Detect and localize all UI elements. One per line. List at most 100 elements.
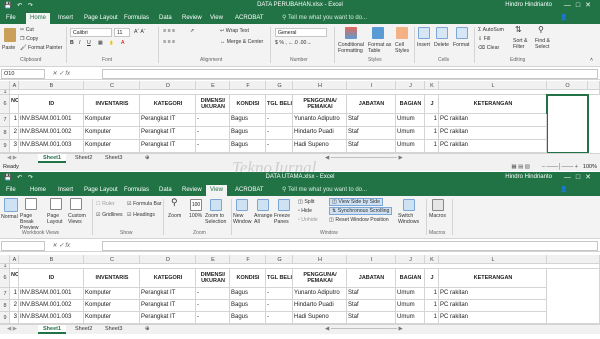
cell-styles-button[interactable]: Cell Styles: [395, 42, 411, 54]
cell-bagian[interactable]: Umum: [396, 127, 425, 140]
page-layout-button[interactable]: Page Layout: [47, 213, 65, 225]
tab-formulas[interactable]: Formulas: [120, 13, 153, 24]
cell-pengguna[interactable]: Yunanto Adiputro: [293, 114, 347, 127]
cell-bagian[interactable]: Umum: [396, 140, 425, 153]
tab-file[interactable]: File: [2, 13, 20, 24]
cell-inventaris[interactable]: Komputer: [84, 312, 140, 324]
worksheet-grid[interactable]: A B C D E F G H I J K L O 1 6 NO ID INVE…: [0, 81, 600, 153]
tab-acrobat[interactable]: ACROBAT: [231, 185, 268, 196]
user-name[interactable]: Hindro Hindrianto: [505, 2, 552, 8]
cell-dimensi[interactable]: -: [196, 114, 230, 127]
cell-dimensi[interactable]: -: [196, 288, 230, 300]
cell-jumlah[interactable]: 1: [425, 300, 439, 312]
font-size-dropdown[interactable]: 11: [114, 28, 130, 37]
header-jumlah[interactable]: J: [425, 269, 439, 288]
column-header[interactable]: B: [19, 81, 84, 90]
cell-kondisi[interactable]: Bagus: [230, 127, 266, 140]
column-header[interactable]: I: [347, 81, 396, 90]
tab-review[interactable]: Review: [178, 13, 206, 24]
row-header[interactable]: 8: [0, 127, 10, 140]
sheet-tab-sheet3[interactable]: Sheet3: [100, 154, 127, 163]
cell-keterangan[interactable]: PC rakitan: [439, 312, 547, 324]
cell-jumlah[interactable]: 1: [425, 288, 439, 300]
borders-icon[interactable]: ▦: [98, 40, 103, 46]
font-name-dropdown[interactable]: Calibri: [70, 28, 112, 37]
page-break-preview-icon[interactable]: [25, 198, 37, 210]
tab-view[interactable]: View: [206, 185, 227, 196]
switch-windows-icon[interactable]: [403, 199, 415, 211]
cell-bagian[interactable]: Umum: [396, 300, 425, 312]
column-header[interactable]: F: [230, 81, 266, 90]
sheet-nav-arrows[interactable]: ◀ ▶: [2, 154, 22, 163]
clear-button[interactable]: ⌫ Clear: [478, 45, 499, 51]
user-name[interactable]: Hindro Hindrianto: [505, 174, 552, 180]
custom-views-icon[interactable]: [70, 198, 82, 210]
find-select-icon[interactable]: ⚲: [538, 26, 544, 34]
tab-review[interactable]: Review: [178, 185, 206, 196]
delete-cells-button[interactable]: Delete: [434, 42, 449, 48]
cell-tgl-beli[interactable]: -: [266, 312, 293, 324]
column-header[interactable]: J: [396, 81, 425, 90]
column-header[interactable]: K: [425, 255, 439, 264]
cell-bagian[interactable]: Umum: [396, 312, 425, 324]
new-window-button[interactable]: New Window: [233, 213, 253, 225]
macros-button[interactable]: Macros: [429, 213, 446, 219]
column-header[interactable]: G: [266, 255, 293, 264]
empty-cells[interactable]: [547, 269, 600, 324]
horizontal-scrollbar[interactable]: ◀ ───────────────── ▶: [320, 325, 408, 334]
hide-button[interactable]: ▫ Hide: [298, 208, 312, 214]
cell-no[interactable]: 3: [10, 312, 19, 324]
header-keterangan[interactable]: KETERANGAN: [439, 95, 547, 114]
cell-jumlah[interactable]: 1: [425, 140, 439, 153]
insert-cells-button[interactable]: Insert: [417, 42, 430, 48]
new-window-icon[interactable]: [236, 199, 248, 211]
reset-window-position-button[interactable]: ◫ Reset Window Position: [329, 217, 389, 223]
column-header[interactable]: D: [140, 81, 196, 90]
header-id[interactable]: ID: [19, 95, 84, 114]
cell-kondisi[interactable]: Bagus: [230, 114, 266, 127]
tab-page-layout[interactable]: Page Layout: [80, 13, 122, 24]
merge-center-button[interactable]: ↔ Merge & Center: [220, 39, 263, 45]
number-format-icons[interactable]: $ % , ←.0 .00→: [275, 40, 312, 46]
cell-tgl-beli[interactable]: -: [266, 127, 293, 140]
cell-jumlah[interactable]: 1: [425, 312, 439, 324]
cell-dimensi[interactable]: -: [196, 127, 230, 140]
zoom-button[interactable]: Zoom: [168, 213, 181, 219]
cell-no[interactable]: 1: [10, 288, 19, 300]
arrange-all-button[interactable]: Arrange All: [254, 213, 274, 225]
cell-kategori[interactable]: Perangkat IT: [140, 127, 196, 140]
cell-jabatan[interactable]: Staf: [347, 300, 396, 312]
autosum-button[interactable]: Σ AutoSum: [478, 27, 504, 33]
column-header[interactable]: K: [425, 81, 439, 90]
window-controls[interactable]: —□✕: [564, 173, 596, 181]
formula-bar-checkbox[interactable]: ☑ Formula Bar: [127, 201, 162, 207]
format-cells-icon[interactable]: [456, 27, 468, 39]
find-select-button[interactable]: Find & Select: [535, 38, 557, 50]
sort-filter-button[interactable]: Sort & Filter: [513, 38, 535, 50]
font-color-icon[interactable]: A: [121, 40, 124, 46]
header-no[interactable]: NO: [10, 269, 19, 288]
cell-kategori[interactable]: Perangkat IT: [140, 300, 196, 312]
cell-dimensi[interactable]: -: [196, 300, 230, 312]
tab-data[interactable]: Data: [155, 13, 176, 24]
header-tgl-beli[interactable]: TGL BELI: [266, 269, 293, 288]
add-sheet-icon[interactable]: ⊕: [140, 325, 155, 334]
format-painter-button[interactable]: 🖌 Format Painter: [20, 45, 62, 51]
cell-tgl-beli[interactable]: -: [266, 140, 293, 153]
cell-kategori[interactable]: Perangkat IT: [140, 312, 196, 324]
cell-keterangan[interactable]: PC rakitan: [439, 140, 547, 153]
formula-icons[interactable]: ✕ ✓ fx: [52, 70, 70, 77]
tab-view[interactable]: View: [206, 13, 227, 24]
normal-view-icon[interactable]: [4, 198, 18, 212]
cell-inventaris[interactable]: Komputer: [84, 300, 140, 312]
header-bagian[interactable]: BAGIAN: [396, 95, 425, 114]
freeze-panes-icon[interactable]: [278, 199, 290, 211]
select-all-corner[interactable]: [0, 81, 10, 90]
gridlines-checkbox[interactable]: ☑ Gridlines: [96, 212, 123, 218]
header-dimensi[interactable]: DIMENSI/ UKURAN: [196, 95, 230, 114]
cell-id[interactable]: INV.BSAM.001.001: [19, 114, 84, 127]
header-dimensi[interactable]: DIMENSI/ UKURAN: [196, 269, 230, 288]
copy-button[interactable]: ❐ Copy: [20, 36, 38, 42]
unhide-button[interactable]: ▫ Unhide: [298, 217, 318, 223]
grow-shrink-font[interactable]: Aˆ Aˇ: [134, 29, 146, 35]
